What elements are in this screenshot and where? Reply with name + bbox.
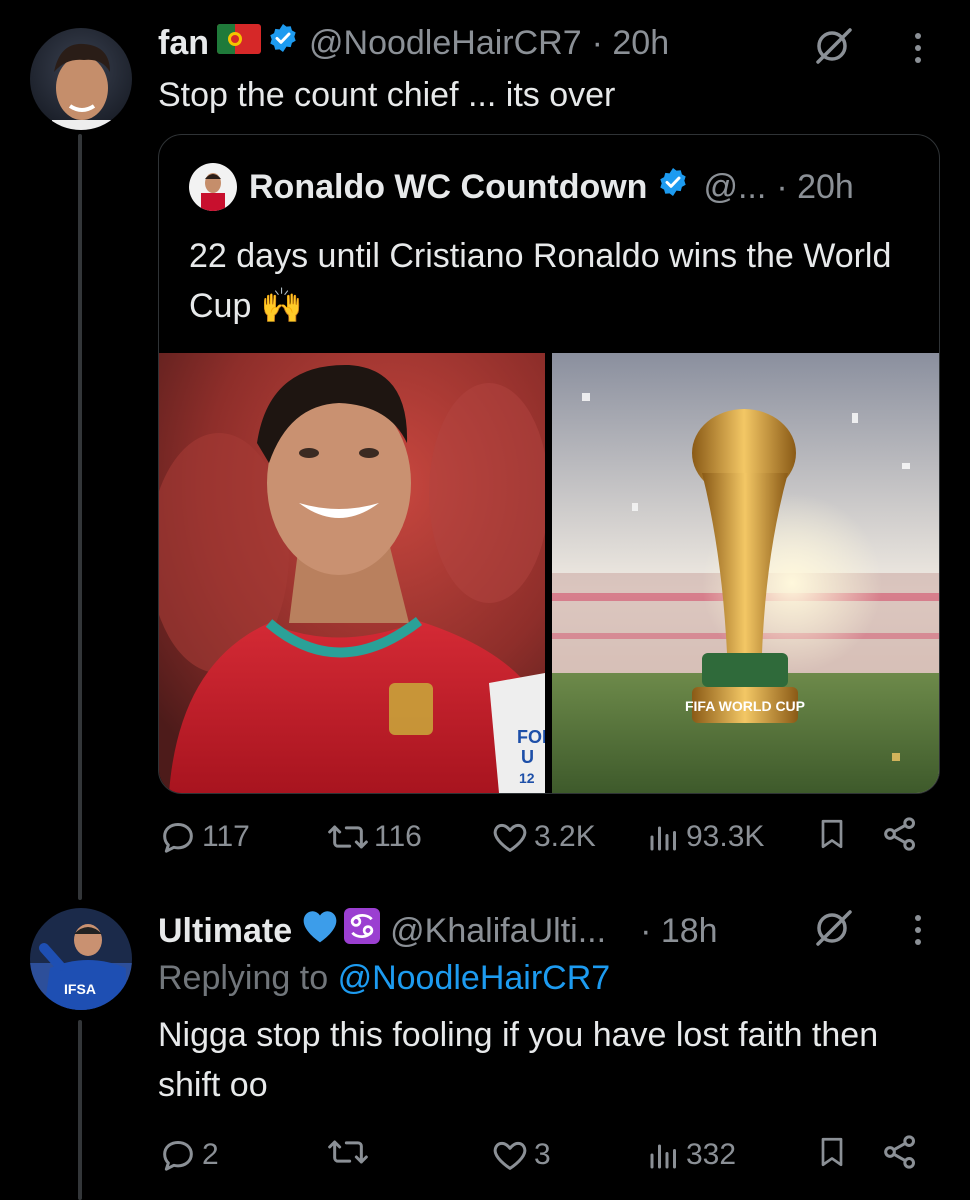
display-name[interactable]: Ultimate (158, 911, 292, 951)
quote-header: Ronaldo WC Countdown @... · 20h (189, 163, 854, 211)
like-button[interactable]: 3.2K (490, 814, 596, 860)
avatar-jersey-text: IFSA (64, 981, 96, 997)
reply-button[interactable]: 117 (158, 814, 250, 860)
views-count: 93.3K (686, 820, 765, 853)
like-button[interactable]: 3 (490, 1132, 551, 1178)
quote-display-name[interactable]: Ronaldo WC Countdown (249, 165, 647, 209)
display-name[interactable]: fan (158, 23, 209, 63)
trophy-base-text: FIFA WORLD CUP (685, 698, 805, 714)
tweet-header: fan @NoodleHairCR7 · 20h (158, 22, 669, 63)
replying-to-handle[interactable]: @NoodleHairCR7 (338, 959, 611, 997)
thread-line-bottom (78, 1020, 82, 1200)
quote-verified-badge-icon (657, 165, 689, 209)
repost-button[interactable]: 116 (326, 814, 422, 860)
armband-text: 12 (519, 770, 535, 786)
repost-button[interactable] (326, 1132, 374, 1172)
quote-timestamp[interactable]: · 20h (776, 165, 854, 209)
armband-text: U (521, 747, 534, 767)
share-icon (884, 817, 915, 851)
views-count: 332 (686, 1138, 737, 1171)
repost-icon (328, 825, 368, 849)
grok-icon[interactable] (812, 906, 856, 955)
blue-heart-icon (300, 908, 340, 953)
replying-to-label: Replying to (158, 959, 329, 997)
world-cup-trophy-photo[interactable]: FIFA WORLD CUP (552, 353, 939, 793)
timestamp[interactable]: · 18h (640, 911, 718, 951)
bookmark-icon (821, 819, 843, 849)
views-button[interactable]: 332 (646, 1132, 736, 1178)
armband-text: FOR (517, 727, 545, 747)
quote-tweet[interactable]: Ronaldo WC Countdown @... · 20h 22 days … (158, 134, 940, 794)
bookmark-button[interactable] (814, 814, 850, 854)
verified-badge-icon (267, 22, 299, 63)
reply-icon (163, 1141, 193, 1171)
views-icon (650, 1144, 676, 1169)
bookmark-icon (821, 1137, 843, 1167)
like-icon (493, 823, 527, 852)
handle[interactable]: @NoodleHairCR7 (309, 23, 582, 63)
more-icon[interactable] (908, 910, 928, 955)
repost-icon (328, 1140, 368, 1164)
avatar[interactable] (30, 28, 132, 130)
reply-count: 2 (202, 1138, 219, 1171)
ronaldo-photo[interactable]: FOR U 12 (159, 353, 555, 793)
reply-count: 117 (202, 820, 250, 853)
thread-line-top (78, 134, 82, 900)
avatar[interactable]: IFSA (30, 908, 132, 1010)
reply-icon (163, 823, 193, 853)
quote-handle[interactable]: @... (703, 165, 766, 209)
like-count: 3 (534, 1138, 551, 1171)
action-bar: 2 3 332 (158, 1132, 938, 1178)
views-icon (650, 826, 676, 851)
views-button[interactable]: 93.3K (646, 814, 764, 860)
handle[interactable]: @KhalifaUlti... (390, 911, 606, 951)
timestamp[interactable]: · 20h (592, 23, 670, 63)
flag-icon (217, 23, 261, 63)
tweet-text: Stop the count chief ... its over (158, 76, 616, 114)
like-count: 3.2K (534, 820, 596, 853)
quote-text: 22 days until Cristiano Ronaldo wins the… (189, 237, 892, 325)
quote-avatar[interactable] (189, 163, 237, 211)
share-button[interactable] (880, 814, 920, 854)
repost-count: 116 (374, 820, 422, 853)
grok-icon[interactable] (812, 24, 856, 73)
share-button[interactable] (880, 1132, 920, 1172)
bookmark-button[interactable] (814, 1132, 850, 1172)
cancer-sign-icon (344, 908, 381, 953)
more-icon[interactable] (908, 28, 928, 73)
action-bar: 117 116 3.2K 93.3K (158, 814, 938, 860)
tweet-header: Ultimate @KhalifaUlti... · 18h (158, 908, 718, 953)
replying-to: Replying to @NoodleHairCR7 (158, 956, 610, 1000)
tweet-text: Nigga stop this fooling if you have lost… (158, 1016, 879, 1104)
share-icon (884, 1135, 915, 1169)
like-icon (493, 1141, 527, 1170)
reply-button[interactable]: 2 (158, 1132, 219, 1178)
